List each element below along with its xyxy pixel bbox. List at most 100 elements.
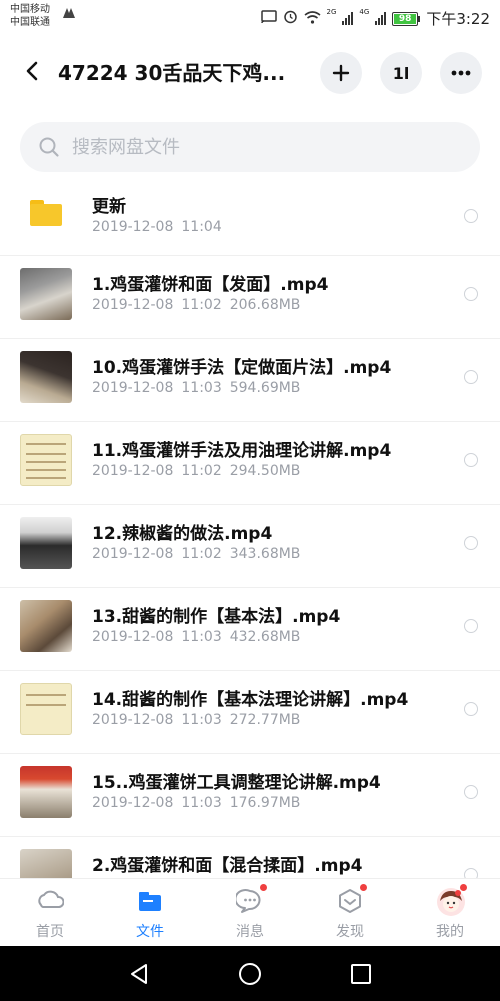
chat-bubble-icon: [234, 884, 267, 915]
select-radio[interactable]: [464, 868, 478, 878]
video-thumbnail: [20, 766, 72, 818]
file-meta: 2019-12-08 11:02 343.68MB: [92, 546, 308, 562]
file-meta: 2019-12-08 11:03 432.68MB: [92, 629, 308, 645]
discover-box-icon: [336, 884, 367, 915]
video-thumbnail: [20, 849, 72, 878]
file-meta: 2019-12-08 11:03 176.97MB: [92, 795, 308, 811]
list-item-folder[interactable]: 更新 2019-12-08 11:04: [0, 178, 500, 256]
list-item[interactable]: 2.鸡蛋灌饼和面【混合揉面】.mp4: [0, 837, 500, 878]
file-name: 15..鸡蛋灌饼工具调整理论讲解.mp4: [92, 773, 381, 793]
file-meta: 2019-12-08 11:02 294.50MB: [92, 463, 308, 479]
file-name: 14.甜酱的制作【基本法理论讲解】.mp4: [92, 690, 409, 710]
status-bar: 中国移动 中国联通 2G 4G 98 下午3:22: [0, 0, 500, 36]
back-arrow-icon: [26, 61, 38, 81]
file-size: 176.97MB: [229, 795, 301, 811]
select-radio[interactable]: [464, 209, 478, 223]
alarm-icon: [283, 9, 298, 28]
file-list: 更新 2019-12-08 11:04 1.鸡蛋灌饼和面【发面】.mp4 2019…: [0, 178, 500, 878]
file-time: 11:03: [181, 795, 222, 811]
file-meta: 2019-12-08 11:04: [92, 219, 230, 235]
video-thumbnail: [20, 268, 72, 320]
file-time: 11:02: [181, 463, 222, 479]
square-recents-icon: [351, 964, 371, 984]
bottom-nav: 首页 文件 消息 发现 我的: [0, 878, 500, 946]
file-time: 11:03: [181, 712, 222, 728]
folder-icon: [30, 200, 62, 226]
sort-button[interactable]: 1l: [380, 52, 422, 94]
video-thumbnail: [20, 434, 72, 486]
nav-home[interactable]: 首页: [0, 887, 100, 945]
file-meta: 2019-12-08 11:02 206.68MB: [92, 297, 308, 313]
list-item[interactable]: 11.鸡蛋灌饼手法及用油理论讲解.mp4 2019-12-08 11:02 294.…: [0, 422, 500, 505]
system-nav-bar: [0, 946, 500, 1001]
search-input[interactable]: [72, 136, 432, 158]
more-button[interactable]: [440, 52, 482, 94]
file-name: 更新: [92, 197, 126, 217]
system-home-button[interactable]: [237, 961, 263, 987]
file-date: 2019-12-08: [92, 546, 174, 562]
file-name: 12.辣椒酱的做法.mp4: [92, 524, 273, 544]
add-button[interactable]: [320, 52, 362, 94]
system-recents-button[interactable]: [348, 961, 374, 987]
file-date: 2019-12-08: [92, 380, 174, 396]
file-name: 2.鸡蛋灌饼和面【混合揉面】.mp4: [92, 856, 363, 876]
file-date: 2019-12-08: [92, 629, 174, 645]
signal-icon-2: [375, 12, 387, 25]
notification-dot: [360, 884, 367, 891]
folder-nav-icon: [136, 887, 164, 915]
select-radio[interactable]: [464, 785, 478, 799]
status-indicators: 2G 4G 98 下午3:22: [260, 8, 490, 29]
file-name: 10.鸡蛋灌饼手法【定做面片法】.mp4: [92, 358, 392, 378]
battery-icon: 98: [392, 11, 421, 26]
triangle-back-icon: [131, 964, 147, 984]
system-back-button[interactable]: [126, 961, 152, 987]
file-meta: 2019-12-08 11:03 594.69MB: [92, 380, 308, 396]
file-date: 2019-12-08: [92, 712, 174, 728]
sort-icon: 1l: [392, 63, 410, 83]
circle-home-icon: [239, 963, 261, 985]
carrier-1: 中国移动: [10, 4, 50, 15]
file-name: 11.鸡蛋灌饼手法及用油理论讲解.mp4: [92, 441, 392, 461]
cloud-home-icon: [36, 887, 65, 915]
wifi-icon: [304, 10, 321, 28]
page-title: 47224 30舌品天下鸡...: [58, 61, 286, 85]
select-radio[interactable]: [464, 453, 478, 467]
file-size: 294.50MB: [229, 463, 301, 479]
select-radio[interactable]: [464, 370, 478, 384]
nav-messages[interactable]: 消息: [200, 884, 300, 945]
avatar: [436, 884, 467, 916]
list-item[interactable]: 10.鸡蛋灌饼手法【定做面片法】.mp4 2019-12-08 11:03 594.…: [0, 339, 500, 422]
nav-me[interactable]: 我的: [400, 884, 500, 945]
select-radio[interactable]: [464, 287, 478, 301]
carrier-2: 中国联通: [10, 17, 50, 28]
nav-messages-label: 消息: [236, 924, 264, 940]
notification-dot: [260, 884, 267, 891]
file-size: 272.77MB: [229, 712, 301, 728]
file-size: 594.69MB: [229, 380, 301, 396]
nav-discover-label: 发现: [336, 924, 364, 940]
list-item[interactable]: 13.甜酱的制作【基本法】.mp4 2019-12-08 11:03 432.68M…: [0, 588, 500, 671]
video-thumbnail: [20, 683, 72, 735]
select-radio[interactable]: [464, 702, 478, 716]
list-item[interactable]: 14.甜酱的制作【基本法理论讲解】.mp4 2019-12-08 11:03 272…: [0, 671, 500, 754]
file-date: 2019-12-08: [92, 297, 174, 313]
carrier-names: 中国移动 中国联通: [10, 3, 50, 29]
signal-icon-1: [342, 12, 354, 25]
nav-discover[interactable]: 发现: [300, 884, 400, 945]
list-item[interactable]: 15..鸡蛋灌饼工具调整理论讲解.mp4 2019-12-08 11:03 176.…: [0, 754, 500, 837]
search-bar[interactable]: [20, 122, 480, 172]
select-radio[interactable]: [464, 536, 478, 550]
file-time: 11:02: [181, 546, 222, 562]
search-icon: [39, 137, 59, 157]
file-name: 1.鸡蛋灌饼和面【发面】.mp4: [92, 275, 329, 295]
title-bar: 47224 30舌品天下鸡... 1l: [0, 36, 500, 108]
video-thumbnail: [20, 517, 72, 569]
plus-icon: [332, 64, 350, 82]
nav-files[interactable]: 文件: [100, 887, 200, 945]
select-radio[interactable]: [464, 619, 478, 633]
network-type-2: 4G: [359, 8, 370, 16]
list-item[interactable]: 1.鸡蛋灌饼和面【发面】.mp4 2019-12-08 11:02 206.68MB: [0, 256, 500, 339]
list-item[interactable]: 12.辣椒酱的做法.mp4 2019-12-08 11:02 343.68MB: [0, 505, 500, 588]
back-button[interactable]: [18, 56, 48, 86]
file-time: 11:03: [181, 380, 222, 396]
